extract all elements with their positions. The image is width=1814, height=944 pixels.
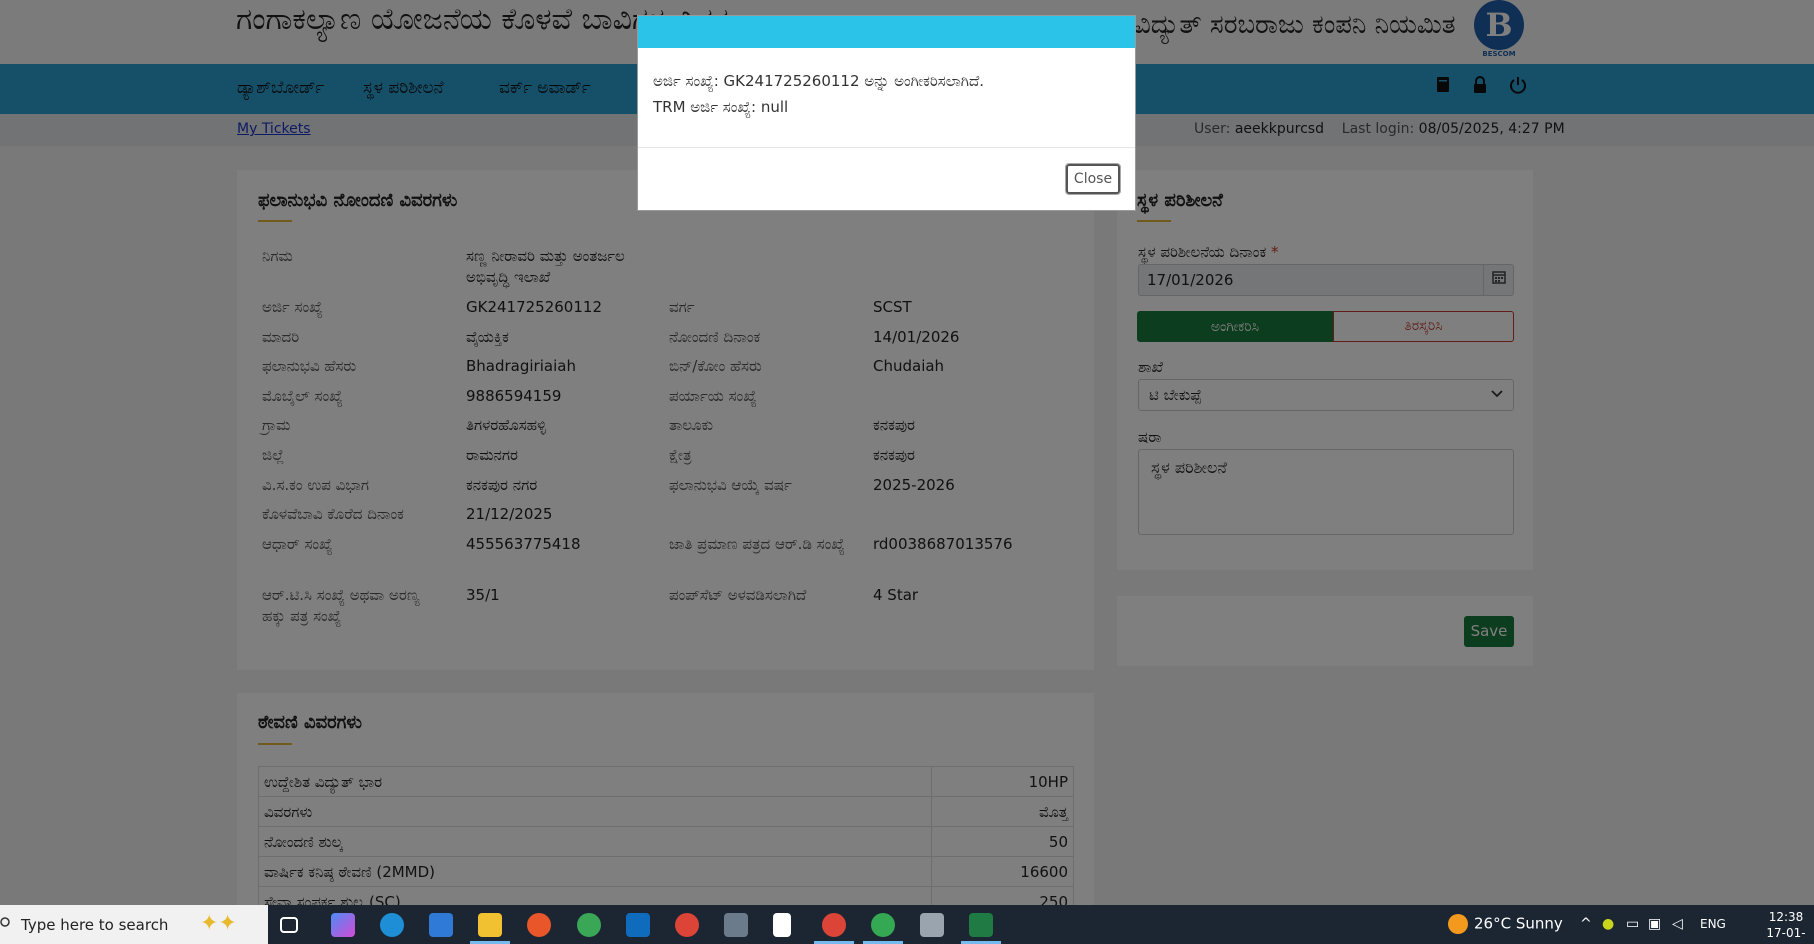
modal-trm-number: TRM ಅರ್ಜಿ ಸಂಖ್ಯೆ: null xyxy=(653,98,789,116)
weather-icon xyxy=(1448,914,1468,934)
modal-body: ಅರ್ಜಿ ಸಂಖ್ಯೆ: GK241725260112 ಅನ್ನು ಅಂಗೀಕ… xyxy=(638,48,1135,148)
confirmation-modal: ಅರ್ಜಿ ಸಂಖ್ಯೆ: GK241725260112 ಅನ್ನು ಅಂಗೀಕ… xyxy=(637,15,1136,211)
chrome-icon[interactable] xyxy=(675,913,699,937)
clock-time: 12:38 xyxy=(1768,910,1804,924)
search-input: Type here to search xyxy=(21,916,169,934)
close-button[interactable]: Close xyxy=(1065,163,1121,195)
clock-date: 17-01-2026 xyxy=(1766,926,1806,944)
globe-icon[interactable] xyxy=(577,913,601,937)
chrome-profile-icon[interactable] xyxy=(822,913,846,937)
tray-app-icon[interactable]: ● xyxy=(1602,916,1614,932)
taskbar-search[interactable]: Type here to search ✦✦ xyxy=(0,905,268,944)
file-explorer-icon[interactable] xyxy=(478,913,502,937)
modal-header xyxy=(638,16,1135,48)
modal-message: ಅರ್ಜಿ ಸಂಖ್ಯೆ: GK241725260112 ಅನ್ನು ಅಂಗೀಕ… xyxy=(653,72,985,90)
network-icon[interactable]: ▣ xyxy=(1648,916,1661,932)
search-icon xyxy=(0,915,14,935)
firefox-icon[interactable] xyxy=(527,913,551,937)
chevron-up-icon[interactable]: ^ xyxy=(1580,916,1592,932)
store-icon[interactable] xyxy=(429,913,453,937)
language-indicator[interactable]: ENG xyxy=(1700,917,1726,931)
app-icon[interactable] xyxy=(920,913,944,937)
clock[interactable]: 12:38 17-01-2026 xyxy=(1758,909,1814,944)
document-icon[interactable] xyxy=(773,913,791,937)
weather-widget[interactable]: 26°C Sunny xyxy=(1448,914,1563,934)
volume-icon[interactable]: ◁ xyxy=(1672,916,1683,932)
outlook-icon[interactable] xyxy=(626,913,650,937)
task-view-icon[interactable] xyxy=(280,917,298,933)
copilot-icon[interactable] xyxy=(331,913,355,937)
tray-device-icon[interactable]: ▭ xyxy=(1626,916,1639,932)
windows-taskbar: Type here to search ✦✦ 26°C Sunny ^ ● ▭ … xyxy=(0,905,1814,944)
excel-icon[interactable] xyxy=(969,913,993,937)
calculator-icon[interactable] xyxy=(724,913,748,937)
chrome-profile-2-icon[interactable] xyxy=(871,913,895,937)
sparkle-icon: ✦✦ xyxy=(200,911,237,936)
edge-icon[interactable] xyxy=(380,913,404,937)
